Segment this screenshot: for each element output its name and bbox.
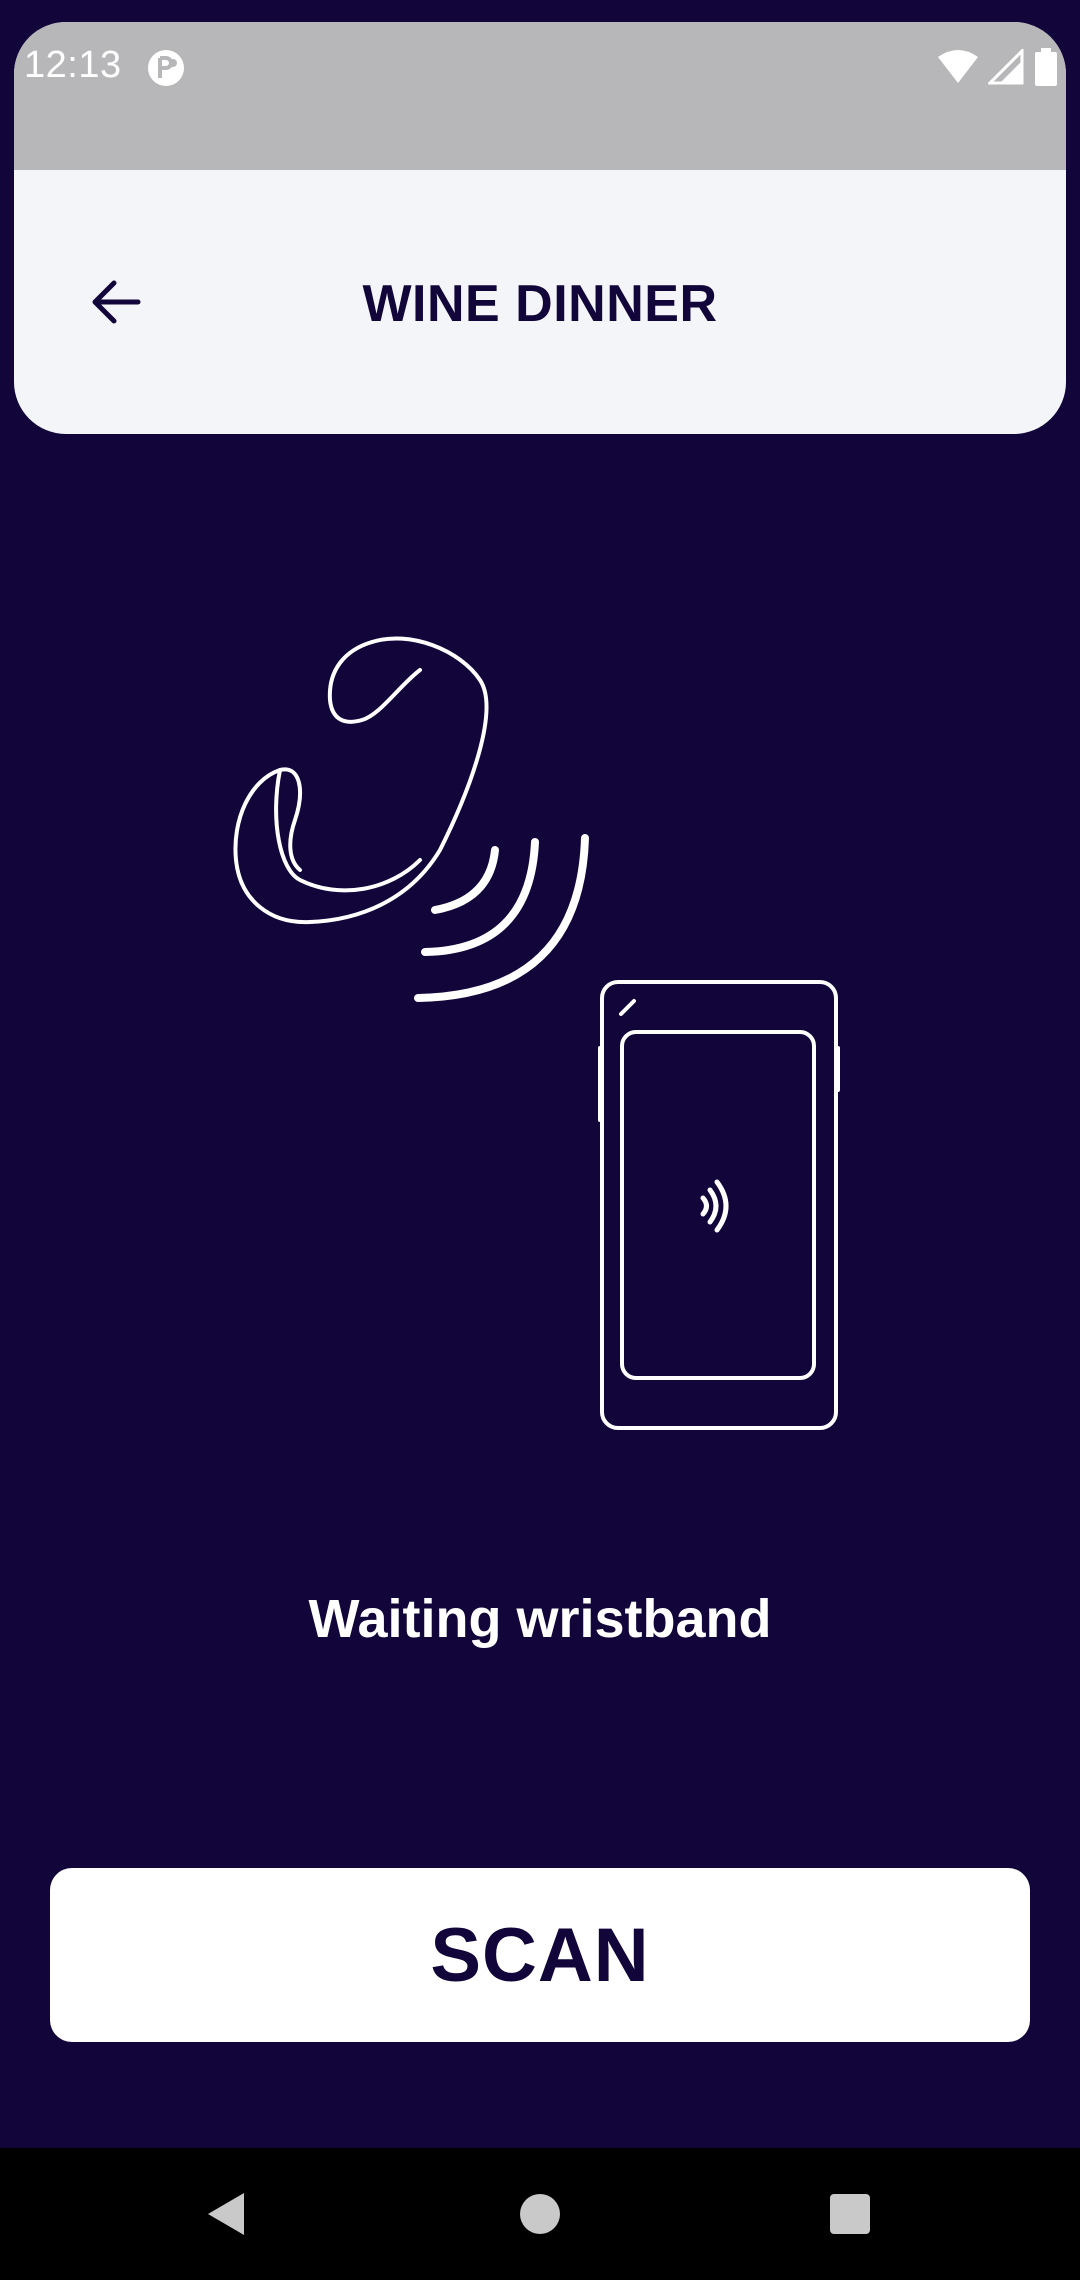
status-time: 12:13	[24, 44, 122, 86]
header-card: 12:13 WINE DINNER	[14, 22, 1066, 434]
page-title: WINE DINNER	[362, 275, 718, 333]
screen: 12:13 WINE DINNER Waiting wristband SCAN	[0, 0, 1080, 2280]
wristband-icon	[233, 636, 489, 925]
status-bar: 12:13	[14, 22, 1066, 170]
nav-back-button[interactable]	[186, 2174, 266, 2254]
nav-home-button[interactable]	[500, 2174, 580, 2254]
system-nav-bar	[0, 2148, 1080, 2280]
app-notification-icon	[148, 50, 184, 86]
status-icons	[938, 48, 1058, 86]
battery-icon	[1035, 48, 1057, 86]
nfc-waves-icon	[414, 834, 589, 1002]
app-bar: WINE DINNER	[14, 170, 1066, 434]
status-message: Waiting wristband	[308, 1589, 772, 1649]
recents-square-icon	[830, 2194, 870, 2234]
nfc-scan-illustration	[233, 636, 840, 1430]
wifi-icon	[938, 50, 978, 83]
back-triangle-icon	[208, 2193, 244, 2235]
phone-icon	[598, 980, 840, 1430]
nav-recents-button[interactable]	[810, 2174, 890, 2254]
signal-icon	[988, 49, 1024, 85]
scan-button[interactable]: SCAN	[50, 1868, 1030, 2042]
home-circle-icon	[520, 2194, 560, 2234]
